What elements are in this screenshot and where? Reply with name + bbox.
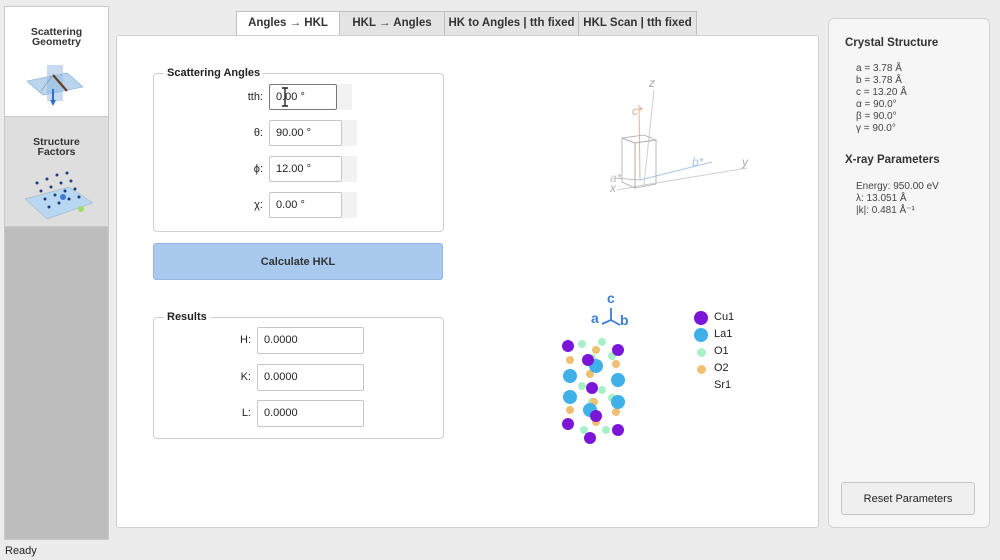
legend-label: O2 xyxy=(714,362,729,374)
crystal-structure-view[interactable]: c a b xyxy=(556,290,636,450)
chi-input[interactable]: 0.00 ° xyxy=(269,192,342,218)
xray-energy: Energy: 950.00 eV xyxy=(856,181,939,192)
x-axis-label: x xyxy=(609,181,617,195)
reset-parameters-button[interactable]: Reset Parameters xyxy=(841,482,975,515)
tab-angles-to-hkl[interactable]: Angles → HKL xyxy=(236,11,340,37)
sidebar-item-label: Structure Factors xyxy=(33,136,80,158)
lattice-c: c = 13.20 Å xyxy=(856,87,907,98)
b-star-label: b* xyxy=(692,155,704,169)
lattice-alpha: α = 90.0° xyxy=(856,99,897,110)
l-output: 0.0000 xyxy=(257,400,364,427)
theta-stepper[interactable] xyxy=(342,120,357,146)
sidebar: Scattering Geometry Structure Factors xyxy=(4,6,109,540)
k-label: K: xyxy=(240,371,251,383)
l-label: L: xyxy=(241,407,251,419)
legend-label: O1 xyxy=(714,345,729,357)
scattering-geometry-view[interactable]: z c* b* y a* x xyxy=(592,70,772,200)
legend-label: Cu1 xyxy=(714,311,735,323)
legend-label: Sr1 xyxy=(714,379,732,391)
lattice-gamma: γ = 90.0° xyxy=(856,123,896,134)
tab-hkl-scan-tth-fixed[interactable]: HKL Scan | tth fixed xyxy=(578,11,697,35)
group-title: Scattering Angles xyxy=(164,67,264,79)
h-output: 0.0000 xyxy=(257,327,364,354)
xray-wavelength: λ: 13.051 Å xyxy=(856,193,907,204)
c-star-label: c* xyxy=(632,104,643,118)
xray-parameters-title: X-ray Parameters xyxy=(845,154,940,166)
tab-hk-to-angles-tth-fixed[interactable]: HK to Angles | tth fixed xyxy=(444,11,579,35)
h-label: H: xyxy=(240,334,251,346)
sidebar-item-structure-factors[interactable]: Structure Factors xyxy=(5,117,108,227)
theta-label: θ: xyxy=(253,127,263,139)
k-output: 0.0000 xyxy=(257,364,364,391)
lattice-a: a = 3.78 Å xyxy=(856,63,902,74)
sidebar-item-label: Scattering Geometry xyxy=(30,26,83,48)
sidebar-item-scattering-geometry[interactable]: Scattering Geometry xyxy=(5,7,108,117)
xray-k: |k|: 0.481 Å⁻¹ xyxy=(856,205,915,216)
y-axis-label: y xyxy=(741,155,749,169)
la1-dot-icon xyxy=(694,328,708,342)
scattering-geometry-icon xyxy=(25,65,84,106)
lattice-beta: β = 90.0° xyxy=(856,111,897,122)
chi-label: χ: xyxy=(254,199,263,211)
phi-stepper[interactable] xyxy=(342,156,357,182)
parameters-panel: Crystal Structure a = 3.78 Å b = 3.78 Å … xyxy=(828,18,990,528)
text-cursor-icon xyxy=(282,87,288,107)
theta-input[interactable]: 90.00 ° xyxy=(269,120,342,146)
crystal-a-label: a xyxy=(591,310,599,326)
status-bar: Ready xyxy=(5,545,37,557)
z-axis-label: z xyxy=(648,76,655,90)
structure-factors-icon xyxy=(23,171,94,220)
lattice-b: b = 3.78 Å xyxy=(856,75,902,86)
crystal-c-label: c xyxy=(607,290,615,306)
tab-hkl-to-angles[interactable]: HKL → Angles xyxy=(339,11,445,35)
chi-stepper[interactable] xyxy=(342,192,357,218)
o1-dot-icon xyxy=(697,348,706,357)
group-title: Results xyxy=(164,311,210,323)
legend-label: La1 xyxy=(714,328,733,340)
tab-bar: Angles → HKL HKL → Angles HK to Angles |… xyxy=(236,11,697,37)
crystal-b-label: b xyxy=(620,312,629,328)
o2-dot-icon xyxy=(697,365,706,374)
cu1-dot-icon xyxy=(694,311,708,325)
tth-stepper[interactable] xyxy=(337,84,352,110)
phi-input[interactable]: 12.00 ° xyxy=(269,156,342,182)
phi-label: ϕ: xyxy=(253,163,263,175)
calculate-hkl-button[interactable]: Calculate HKL xyxy=(153,243,443,280)
crystal-structure-title: Crystal Structure xyxy=(845,37,939,49)
tth-label: tth: xyxy=(247,91,263,103)
